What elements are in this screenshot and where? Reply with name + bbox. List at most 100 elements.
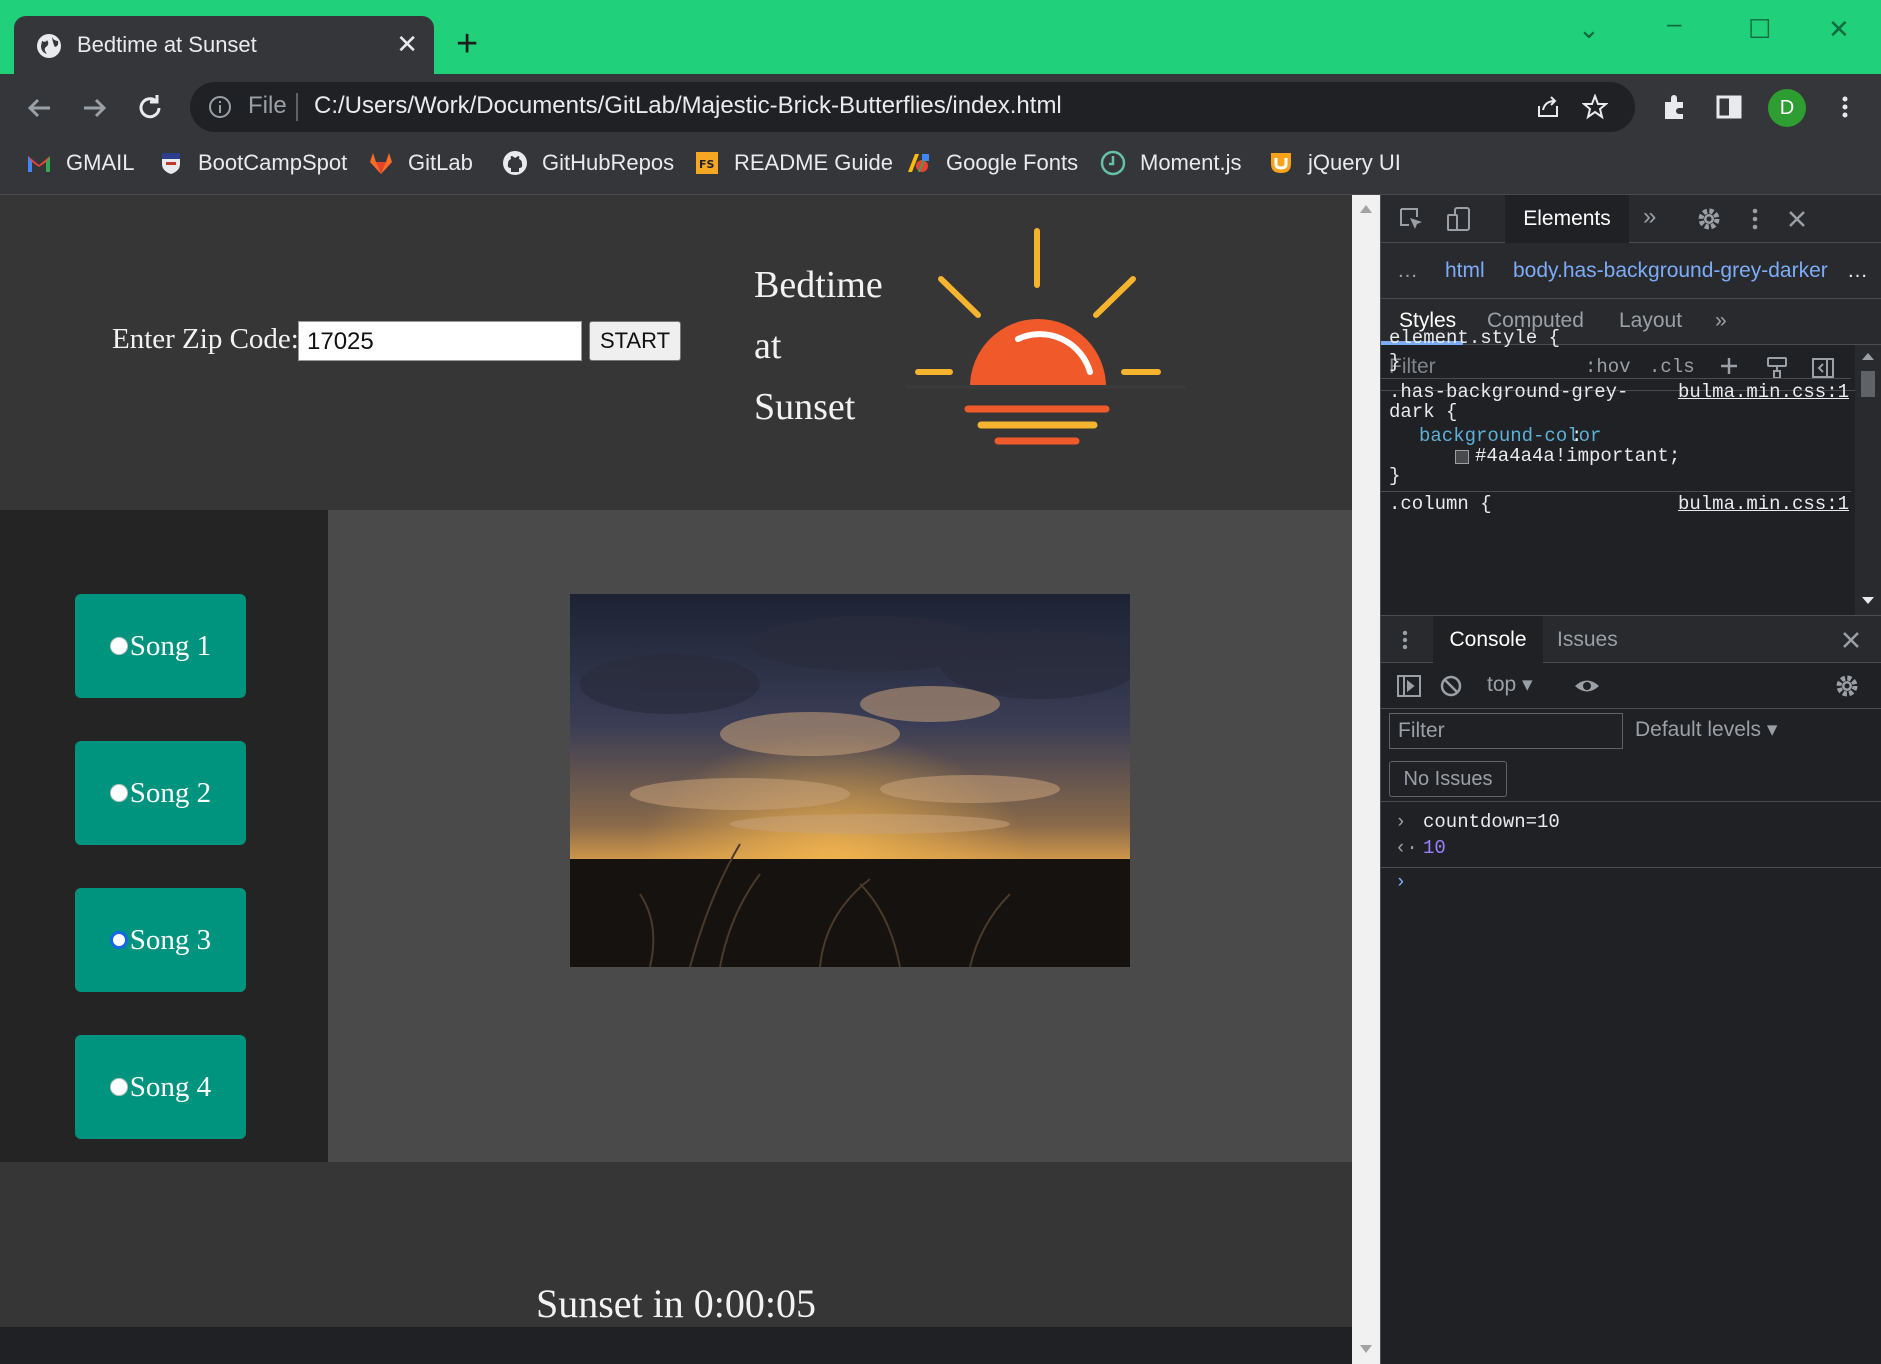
rule-selector[interactable]: dark { [1389,401,1457,423]
tab-title: Bedtime at Sunset [77,32,257,57]
side-panel-icon[interactable] [1714,92,1744,122]
scroll-up-icon[interactable] [1360,205,1372,213]
breadcrumb-ellipsis[interactable]: … [1397,259,1418,283]
tab-issues[interactable]: Issues [1557,628,1618,652]
page-footer: Sunset in 0:00:05 [0,1162,1352,1327]
tab-console[interactable]: Console [1433,616,1543,664]
bookmark-momentjs[interactable]: Moment.js [1100,146,1241,180]
context-selector[interactable]: top ▾ [1487,672,1533,697]
clear-console-icon[interactable] [1437,672,1465,700]
hov-toggle[interactable]: :hov [1585,356,1631,378]
settings-gear-icon[interactable] [1695,205,1723,233]
css-value[interactable]: #4a4a4a!important; [1475,445,1680,467]
stylesheet-link[interactable]: bulma.min.css:1 [1678,493,1849,515]
drawer-menu-icon[interactable] [1391,626,1419,654]
scroll-down-icon[interactable] [1360,1345,1372,1353]
fs-icon: FS [696,152,718,174]
breadcrumb-more[interactable]: … [1847,259,1868,283]
close-window-icon[interactable]: ✕ [1828,14,1850,44]
breadcrumb-body[interactable]: body.has-background-grey-darker [1513,259,1828,283]
extensions-icon[interactable] [1660,92,1690,122]
reload-icon[interactable] [130,88,170,128]
page-scrollbar[interactable] [1352,195,1380,1364]
bookmark-gmail[interactable]: GMAIL [26,146,134,180]
close-devtools-icon[interactable] [1783,205,1811,233]
devtools-panel: Elements » … html body.has-background-gr… [1381,195,1881,1364]
rule-close: } [1389,465,1401,487]
rule-selector[interactable]: .has-background-grey- [1389,381,1628,403]
tab-layout[interactable]: Layout [1619,309,1682,333]
bookmark-gitlab[interactable]: GitLab [368,146,473,180]
live-expression-eye-icon[interactable] [1573,672,1601,700]
no-issues-button[interactable]: No Issues [1389,761,1507,797]
song-4-radio[interactable] [109,1078,128,1096]
scroll-down-icon[interactable] [1862,597,1874,604]
breadcrumb-html[interactable]: html [1445,259,1485,283]
song-3-radio[interactable] [109,931,128,949]
styles-scrollbar[interactable] [1855,345,1881,615]
profile-avatar[interactable]: D [1768,89,1806,127]
title-line: Bedtime [754,264,883,306]
close-tab-icon[interactable]: ✕ [396,29,418,59]
url-text[interactable]: C:/Users/Work/Documents/GitLab/Majestic-… [314,92,1062,120]
penn-shield-icon [162,153,180,174]
bookmark-google-fonts[interactable]: Google Fonts [906,146,1078,180]
song-3-button[interactable]: Song 3 [75,888,246,992]
dom-breadcrumbs: … html body.has-background-grey-darker … [1381,243,1881,299]
console-sidebar-icon[interactable] [1395,672,1423,700]
element-style-rule[interactable]: element.style { [1389,327,1560,349]
forward-icon[interactable] [74,88,114,128]
cls-toggle[interactable]: .cls [1649,356,1695,378]
bookmark-label: GitLab [408,150,473,175]
maximize-icon[interactable]: ☐ [1748,14,1771,44]
song-1-button[interactable]: Song 1 [75,594,246,698]
close-drawer-icon[interactable] [1837,626,1865,654]
tab-search-icon[interactable]: ⌄ [1578,14,1600,44]
bookmark-jquery-ui[interactable]: jQuery UI [1268,146,1401,180]
song-2-button[interactable]: Song 2 [75,741,246,845]
bookmark-bootcampspot[interactable]: BootCampSpot [158,146,347,180]
bookmark-readme-guide[interactable]: FS README Guide [694,146,893,180]
share-icon[interactable] [1535,94,1561,120]
jquery-ui-icon [1271,153,1291,173]
minimize-icon[interactable]: – [1667,8,1681,38]
song-4-button[interactable]: Song 4 [75,1035,246,1139]
bookmark-label: jQuery UI [1308,150,1401,175]
device-toolbar-icon[interactable] [1445,205,1473,233]
scroll-thumb[interactable] [1861,371,1875,397]
tab-elements[interactable]: Elements [1505,195,1629,243]
devtools-menu-icon[interactable] [1741,205,1769,233]
start-button[interactable]: START [589,321,681,361]
color-swatch[interactable] [1455,450,1469,464]
rule-selector[interactable]: .column { [1389,493,1492,515]
rule-divider [1381,491,1851,492]
github-icon [503,151,527,175]
address-bar[interactable]: File C:/Users/Work/Documents/GitLab/Maje… [190,82,1635,132]
browser-menu-icon[interactable] [1830,92,1860,122]
console-filter-input[interactable]: Filter [1389,713,1623,749]
drawer-tabbar: Console Issues [1381,615,1881,664]
bookmark-label: Google Fonts [946,150,1079,175]
zip-input[interactable]: 17025 [298,321,582,361]
more-tabs-icon[interactable]: » [1643,203,1656,231]
inspect-element-icon[interactable] [1397,205,1425,233]
stylesheet-link[interactable]: bulma.min.css:1 [1678,381,1849,403]
new-tab-button[interactable]: + [456,24,478,64]
console-input-text[interactable]: countdown=10 [1423,811,1560,833]
song-1-radio[interactable] [109,637,128,655]
return-arrow-icon: ‹· [1395,837,1418,859]
song-label: Song 4 [129,1070,212,1103]
more-subtabs-icon[interactable]: » [1715,309,1727,333]
rule-divider [1381,378,1851,379]
console-prompt-line[interactable]: › [1381,871,1881,901]
bookmark-githubrepos[interactable]: GitHubRepos [502,146,674,180]
bookmark-star-icon[interactable] [1582,94,1608,120]
song-2-radio[interactable] [109,784,128,802]
console-settings-gear-icon[interactable] [1833,672,1861,700]
log-levels-dropdown[interactable]: Default levels ▾ [1635,717,1777,742]
back-icon[interactable] [20,88,60,128]
info-icon[interactable] [208,95,232,119]
console-divider [1381,801,1881,802]
browser-tab[interactable]: Bedtime at Sunset ✕ [14,16,434,74]
scroll-up-icon[interactable] [1862,353,1874,360]
